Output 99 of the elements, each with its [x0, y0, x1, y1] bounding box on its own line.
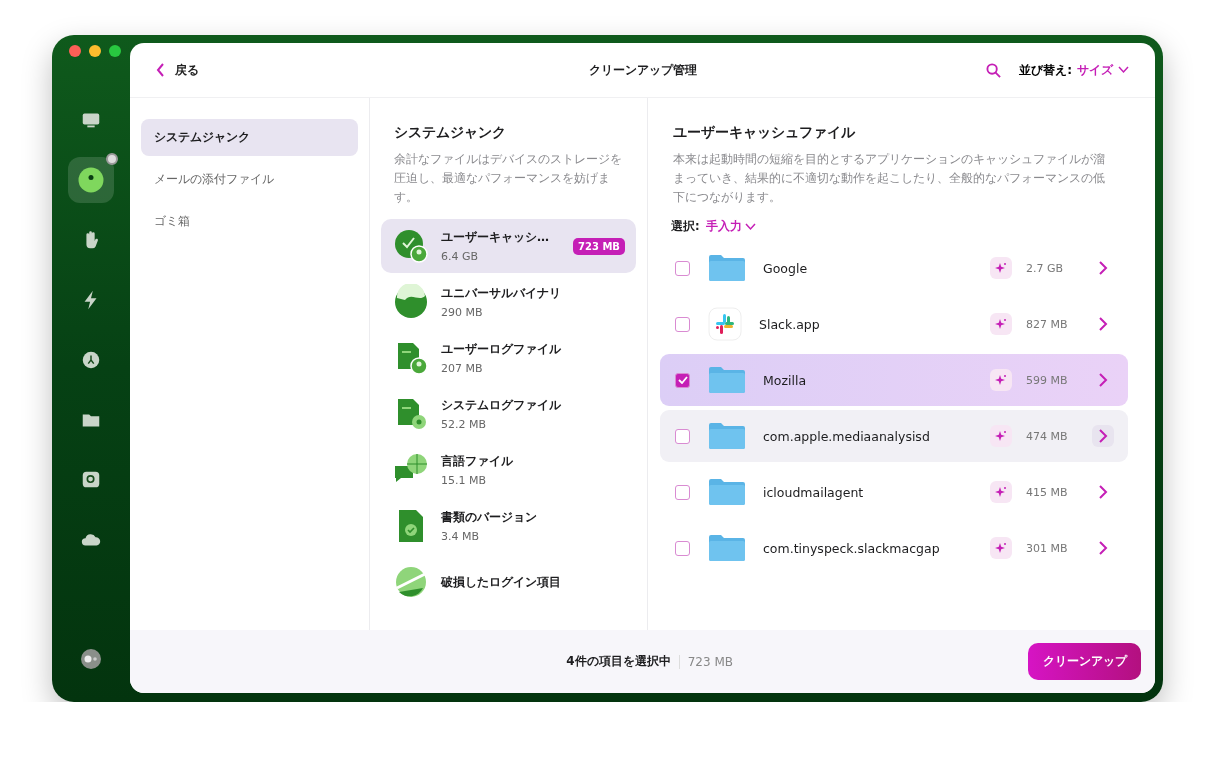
category-item[interactable]: システムログファイル 52.2 MB: [381, 387, 636, 441]
close-button[interactable]: [69, 45, 81, 57]
sparkle-icon: [995, 318, 1007, 330]
file-row[interactable]: Google 2.7 GB: [660, 242, 1128, 294]
file-row[interactable]: com.apple.mediaanalysisd 474 MB: [660, 410, 1128, 462]
sparkle-icon: [995, 262, 1007, 274]
broken-circle-icon: [393, 564, 429, 600]
category-size: 207 MB: [441, 362, 484, 375]
file-size: 827 MB: [1026, 317, 1069, 331]
select-menu[interactable]: 手入力: [705, 219, 756, 234]
file-size: 2.7 GB: [1026, 261, 1065, 275]
apps-icon: [80, 349, 102, 371]
chevron-right-icon: [1097, 429, 1109, 443]
details-button[interactable]: [1092, 425, 1114, 447]
folder-icon: [708, 534, 746, 562]
half-circle-icon: [393, 284, 429, 320]
checkbox[interactable]: [675, 372, 690, 388]
sparkle-icon: [995, 374, 1007, 386]
category-name: ユニバーサルバイナリ: [441, 285, 562, 302]
back-button[interactable]: 戻る: [156, 61, 199, 79]
nav-item[interactable]: メールの添付ファイル: [141, 161, 358, 198]
minimize-button[interactable]: [89, 45, 101, 57]
zoom-button[interactable]: [109, 45, 121, 57]
file-size: 474 MB: [1026, 429, 1069, 443]
file-name: Google: [763, 260, 809, 276]
chevron-left-icon: [156, 63, 165, 77]
folder-icon: [708, 366, 746, 394]
section-title: システムジャンク: [394, 124, 507, 142]
chevron-right-icon: [1097, 541, 1109, 555]
file-name: Mozilla: [763, 372, 808, 388]
file-row[interactable]: icloudmailagent 415 MB: [660, 466, 1128, 518]
category-item[interactable]: ユーザーログファイル 207 MB: [381, 331, 636, 385]
section-description: 余計なファイルはデバイスのストレージを圧迫し、最適なパフォーマンスを妨げます。: [394, 151, 623, 206]
category-name: ユーザーキャッシ…: [441, 229, 550, 246]
detail-description: 本来は起動時間の短縮を目的とするアプリケーションのキャッシュファイルが溜まっていき、結果的に不適切な動作を起こしたり、全般的なパフォーマンスの低下につながります。: [673, 151, 1106, 206]
chevron-down-icon: [1118, 66, 1129, 74]
search-icon[interactable]: [986, 62, 1002, 78]
sparkle-button[interactable]: [990, 481, 1012, 503]
category-item[interactable]: 破損したログイン項目: [381, 555, 636, 609]
file-name: com.apple.mediaanalysisd: [763, 428, 931, 444]
category-item[interactable]: ユーザーキャッシ… 6.4 GB 723 MB: [381, 219, 636, 273]
nav-item[interactable]: システムジャンク: [141, 119, 358, 156]
sparkle-icon: [995, 486, 1007, 498]
category-name: ユーザーログファイル: [441, 341, 562, 358]
file-name: com.tinyspeck.slackmacgap: [763, 540, 941, 556]
toggle-circle-icon: [80, 648, 102, 670]
sparkle-button[interactable]: [990, 369, 1012, 391]
sparkle-icon: [995, 430, 1007, 442]
app-logo-icon: [708, 307, 742, 341]
checkbox[interactable]: [675, 540, 690, 556]
category-size: 6.4 GB: [441, 250, 480, 263]
size-badge: 723 MB: [573, 237, 625, 255]
file-name: icloudmailagent: [763, 484, 865, 500]
status-dot: [106, 153, 118, 165]
chevron-right-icon: [1097, 373, 1109, 387]
file-size: 599 MB: [1026, 373, 1069, 387]
category-size: 15.1 MB: [441, 474, 488, 487]
category-size: 290 MB: [441, 306, 484, 319]
category-item[interactable]: 言語ファイル 15.1 MB: [381, 443, 636, 497]
chevron-right-icon: [1097, 317, 1109, 331]
checkbox[interactable]: [675, 484, 690, 500]
category-size: 52.2 MB: [441, 418, 488, 431]
chevron-right-icon: [1097, 261, 1109, 275]
chevron-right-icon: [1097, 485, 1109, 499]
sort-menu[interactable]: 並び替え: サイズ: [1019, 61, 1129, 79]
sparkle-icon: [995, 542, 1007, 554]
selection-total: 723 MB: [678, 654, 733, 669]
checkbox[interactable]: [675, 428, 690, 444]
category-name: システムログファイル: [441, 397, 562, 414]
checkbox[interactable]: [675, 260, 690, 276]
file-size: 415 MB: [1026, 485, 1069, 499]
folder-icon: [708, 254, 746, 282]
folder-icon: [708, 478, 746, 506]
window-title: クリーンアップ管理: [588, 61, 697, 79]
sparkle-button[interactable]: [990, 313, 1012, 335]
select-label: 選択:: [671, 219, 700, 234]
category-name: 書類のバージョン: [441, 509, 538, 526]
detail-title: ユーザーキャッシュファイル: [673, 124, 856, 142]
folder-icon: [708, 422, 746, 450]
check-icon: [677, 376, 688, 384]
sparkle-button[interactable]: [990, 425, 1012, 447]
category-name: 破損したログイン項目: [441, 573, 562, 591]
file-name: Slack.app: [759, 316, 821, 332]
sparkle-button[interactable]: [990, 537, 1012, 559]
file-row[interactable]: Mozilla 599 MB: [660, 354, 1128, 406]
nav-item[interactable]: ゴミ箱: [141, 203, 358, 240]
clock-user-icon: [393, 228, 429, 264]
selection-summary: 4件の項目を選択中: [566, 653, 671, 670]
sparkle-button[interactable]: [990, 257, 1012, 279]
cleanup-button[interactable]: クリーンアップ: [1028, 643, 1141, 680]
chevron-down-icon: [744, 222, 756, 231]
category-item[interactable]: 書類のバージョン 3.4 MB: [381, 499, 636, 553]
checkbox[interactable]: [675, 316, 690, 332]
category-item[interactable]: ユニバーサルバイナリ 290 MB: [381, 275, 636, 329]
file-size: 301 MB: [1026, 541, 1069, 555]
category-name: 言語ファイル: [441, 453, 514, 470]
file-row[interactable]: Slack.app 827 MB: [660, 298, 1128, 350]
file-row[interactable]: com.tinyspeck.slackmacgap 301 MB: [660, 522, 1128, 574]
category-size: 3.4 MB: [441, 530, 481, 543]
